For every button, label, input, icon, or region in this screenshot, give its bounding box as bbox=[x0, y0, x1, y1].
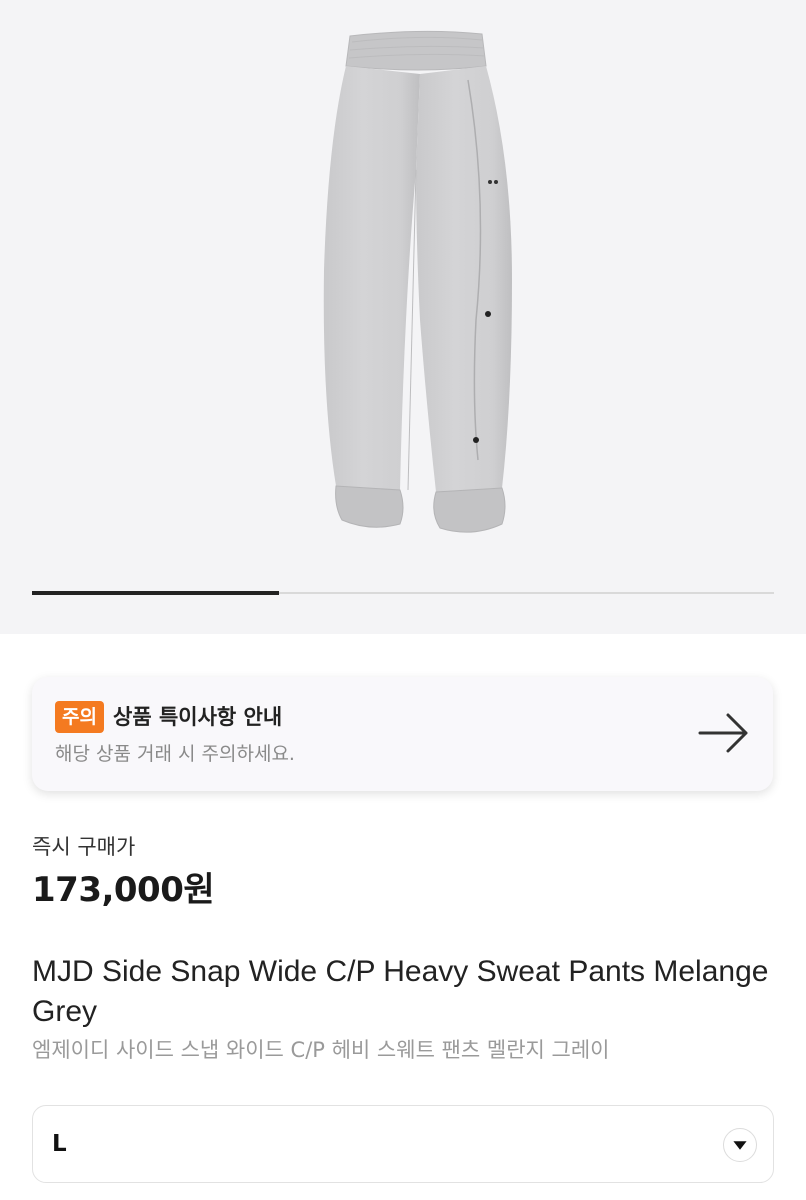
notice-title: 상품 특이사항 안내 bbox=[113, 705, 283, 729]
price-label: 즉시 구매가 bbox=[32, 835, 136, 859]
arrow-right-icon[interactable] bbox=[698, 711, 750, 755]
product-name-korean: 엠제이디 사이드 스냅 와이드 C/P 헤비 스웨트 팬츠 멜란지 그레이 bbox=[32, 1038, 610, 1062]
price-value: 173,000원 bbox=[32, 870, 215, 910]
notice-card[interactable]: 주의 상품 특이사항 안내 해당 상품 거래 시 주의하세요. bbox=[32, 677, 773, 791]
product-gallery[interactable] bbox=[0, 0, 806, 634]
chevron-down-icon[interactable] bbox=[723, 1128, 757, 1162]
size-select-value: L bbox=[52, 1131, 67, 1157]
caution-badge: 주의 bbox=[55, 701, 104, 733]
notice-subtitle: 해당 상품 거래 시 주의하세요. bbox=[55, 743, 295, 765]
product-image bbox=[323, 30, 512, 533]
product-name: MJD Side Snap Wide C/P Heavy Sweat Pants… bbox=[32, 955, 769, 1028]
gallery-progress-track bbox=[32, 591, 774, 595]
size-select[interactable]: L bbox=[32, 1105, 774, 1183]
gallery-progress-fill bbox=[32, 591, 280, 595]
